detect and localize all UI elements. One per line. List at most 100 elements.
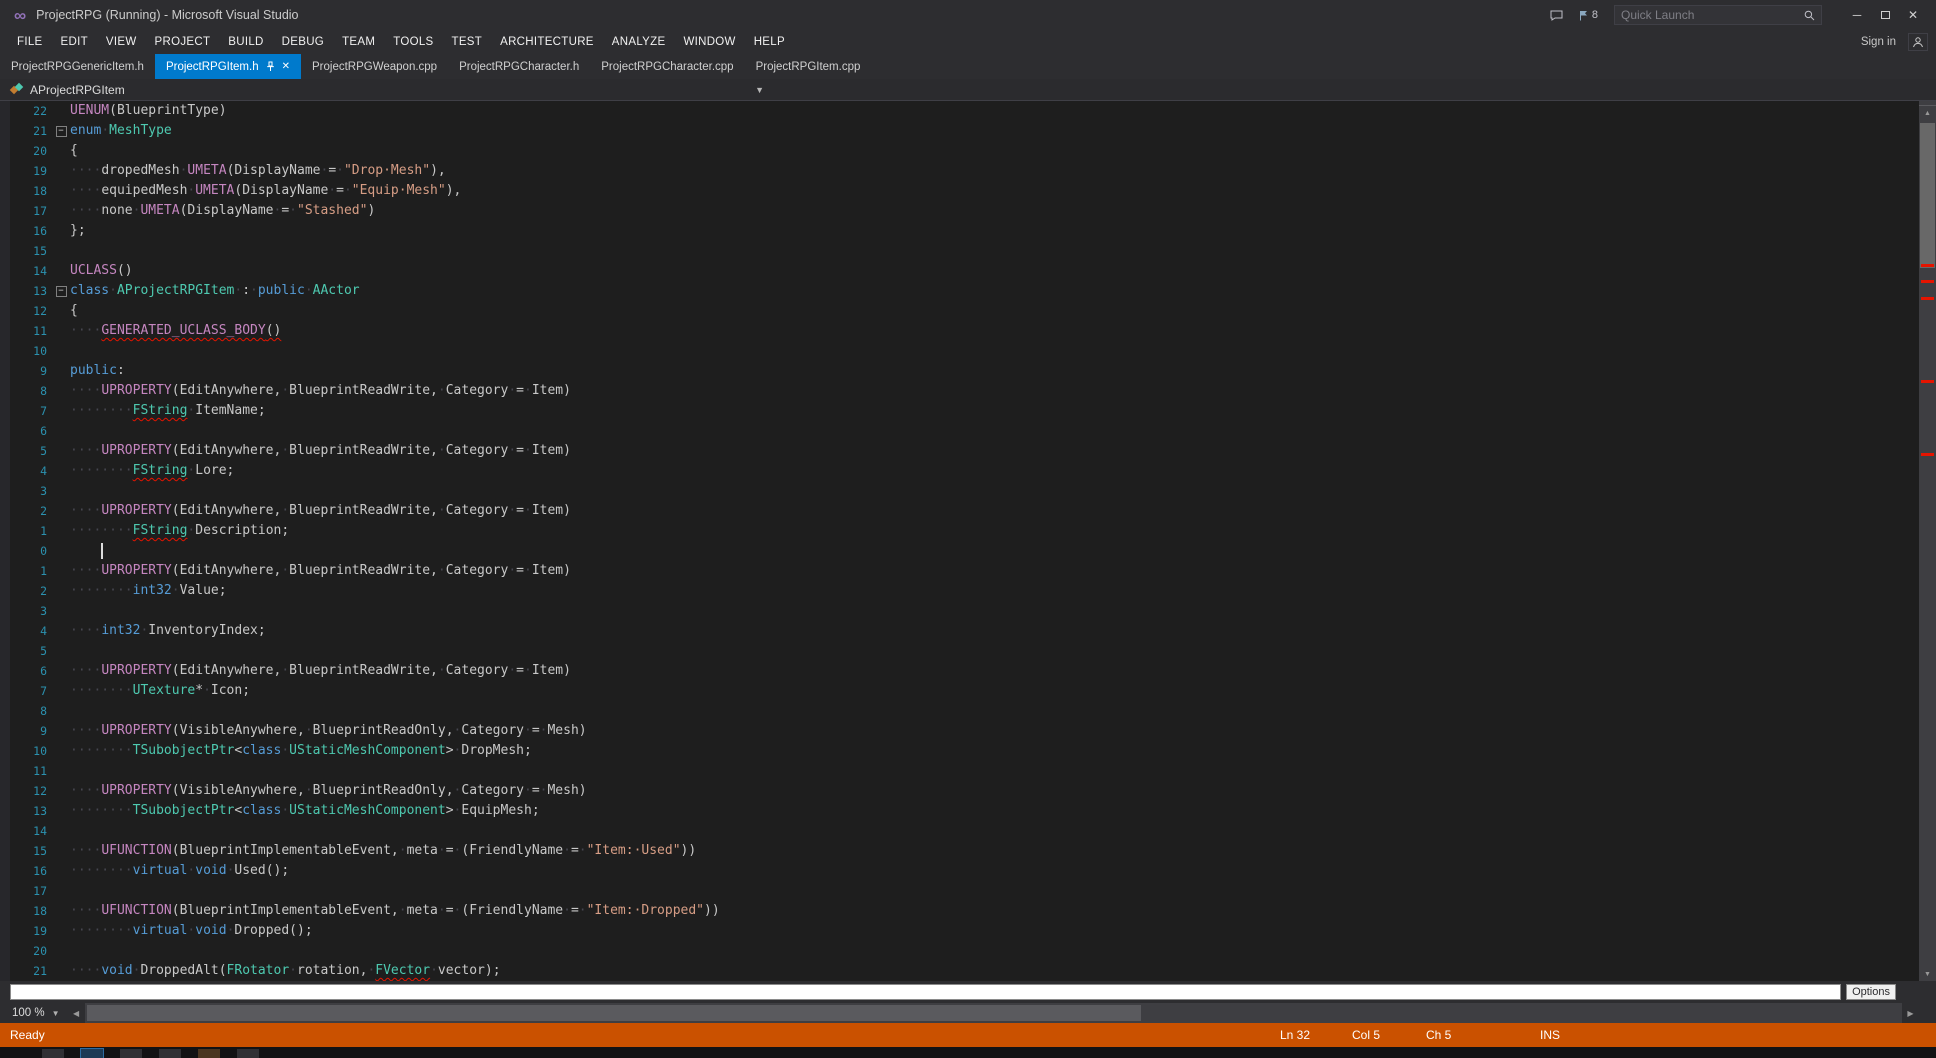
quick-launch-placeholder: Quick Launch: [1621, 8, 1694, 22]
flag-count: 8: [1592, 9, 1598, 21]
code-line[interactable]: 18····UFUNCTION(BlueprintImplementableEv…: [0, 901, 1919, 921]
code-area[interactable]: 22UENUM(BlueprintType)21−enum·MeshType20…: [0, 101, 1919, 981]
code-line[interactable]: 4····int32·InventoryIndex;: [0, 621, 1919, 641]
options-button[interactable]: Options: [1846, 984, 1896, 1000]
tab-projectrpgitem-h[interactable]: ProjectRPGItem.h✕: [155, 54, 301, 79]
code-line[interactable]: 13−class·AProjectRPGItem·:·public·AActor: [0, 281, 1919, 301]
menu-help[interactable]: HELP: [745, 36, 794, 48]
menu-project[interactable]: PROJECT: [146, 36, 220, 48]
scroll-right-icon[interactable]: ▶: [1902, 1009, 1919, 1018]
code-line[interactable]: 2····UPROPERTY(EditAnywhere,·BlueprintRe…: [0, 501, 1919, 521]
code-line[interactable]: 10: [0, 341, 1919, 361]
code-line[interactable]: 10········TSubobjectPtr<class·UStaticMes…: [0, 741, 1919, 761]
code-line[interactable]: 20{: [0, 141, 1919, 161]
fold-collapse-icon[interactable]: −: [56, 126, 67, 137]
code-line[interactable]: 21−enum·MeshType: [0, 121, 1919, 141]
menu-analyze[interactable]: ANALYZE: [603, 36, 675, 48]
sign-in-link[interactable]: Sign in: [1861, 36, 1908, 48]
code-line[interactable]: 9public:: [0, 361, 1919, 381]
menu-view[interactable]: VIEW: [97, 36, 146, 48]
code-line[interactable]: 17: [0, 881, 1919, 901]
code-line[interactable]: 18····equipedMesh·UMETA(DisplayName·=·"E…: [0, 181, 1919, 201]
title-bar: ∞ ProjectRPG (Running) - Microsoft Visua…: [0, 0, 1936, 30]
menu-debug[interactable]: DEBUG: [273, 36, 333, 48]
code-line[interactable]: 5····UPROPERTY(EditAnywhere,·BlueprintRe…: [0, 441, 1919, 461]
menu-test[interactable]: TEST: [443, 36, 492, 48]
code-line[interactable]: 1····UPROPERTY(EditAnywhere,·BlueprintRe…: [0, 561, 1919, 581]
menu-build[interactable]: BUILD: [219, 36, 272, 48]
code-text: public:: [70, 361, 1919, 381]
quick-launch-input[interactable]: Quick Launch: [1614, 5, 1822, 25]
menu-edit[interactable]: EDIT: [52, 36, 97, 48]
horizontal-scrollbar-thumb[interactable]: [87, 1005, 1141, 1021]
bottom-input-field[interactable]: [10, 984, 1841, 1000]
taskbar-icon[interactable]: [42, 1049, 64, 1058]
code-line[interactable]: 3: [0, 601, 1919, 621]
code-line[interactable]: 2········int32·Value;: [0, 581, 1919, 601]
code-line[interactable]: 11: [0, 761, 1919, 781]
code-line[interactable]: 6: [0, 421, 1919, 441]
code-line[interactable]: 4········FString·Lore;: [0, 461, 1919, 481]
tab-projectrpggenericitem-h[interactable]: ProjectRPGGenericItem.h: [0, 54, 155, 79]
code-line[interactable]: 22UENUM(BlueprintType): [0, 101, 1919, 121]
code-line[interactable]: 8: [0, 701, 1919, 721]
taskbar-icon[interactable]: [237, 1049, 259, 1058]
code-line[interactable]: 7········FString·ItemName;: [0, 401, 1919, 421]
tab-projectrpgitem-cpp[interactable]: ProjectRPGItem.cpp: [745, 54, 872, 79]
code-line[interactable]: 11····GENERATED_UCLASS_BODY(): [0, 321, 1919, 341]
code-line[interactable]: 16········virtual·void·Used();: [0, 861, 1919, 881]
minimize-button[interactable]: ─: [1844, 5, 1870, 25]
code-line[interactable]: 7········UTexture*·Icon;: [0, 681, 1919, 701]
code-line[interactable]: 14: [0, 821, 1919, 841]
code-line[interactable]: 12····UPROPERTY(VisibleAnywhere,·Bluepri…: [0, 781, 1919, 801]
user-avatar[interactable]: [1908, 33, 1928, 51]
code-line[interactable]: 6····UPROPERTY(EditAnywhere,·BlueprintRe…: [0, 661, 1919, 681]
code-line[interactable]: 3: [0, 481, 1919, 501]
taskbar-icon[interactable]: [81, 1049, 103, 1058]
code-line[interactable]: 19········virtual·void·Dropped();: [0, 921, 1919, 941]
line-number: 3: [10, 601, 52, 621]
fold-collapse-icon[interactable]: −: [56, 286, 67, 297]
code-line[interactable]: 0: [0, 541, 1919, 561]
code-line[interactable]: 21····void·DroppedAlt(FRotator·rotation,…: [0, 961, 1919, 981]
code-line[interactable]: 20: [0, 941, 1919, 961]
scroll-up-icon[interactable]: ▲: [1919, 106, 1936, 120]
vertical-scrollbar[interactable]: ▲ ▼: [1919, 101, 1936, 981]
code-line[interactable]: 13········TSubobjectPtr<class·UStaticMes…: [0, 801, 1919, 821]
code-line[interactable]: 5: [0, 641, 1919, 661]
zoom-control[interactable]: 100 % ▼: [0, 1007, 68, 1019]
code-line[interactable]: 14UCLASS(): [0, 261, 1919, 281]
menu-file[interactable]: FILE: [8, 36, 52, 48]
code-line[interactable]: 16};: [0, 221, 1919, 241]
code-line[interactable]: 12{: [0, 301, 1919, 321]
pin-icon[interactable]: [266, 61, 275, 72]
close-button[interactable]: ✕: [1900, 5, 1926, 25]
tab-projectrpgcharacter-cpp[interactable]: ProjectRPGCharacter.cpp: [590, 54, 744, 79]
code-line[interactable]: 8····UPROPERTY(EditAnywhere,·BlueprintRe…: [0, 381, 1919, 401]
scope-dropdown[interactable]: AProjectRPGItem ▼: [0, 79, 772, 100]
code-line[interactable]: 19····dropedMesh·UMETA(DisplayName·=·"Dr…: [0, 161, 1919, 181]
notifications-flag[interactable]: 8: [1579, 9, 1598, 21]
taskbar-icon[interactable]: [159, 1049, 181, 1058]
tab-projectrpgweapon-cpp[interactable]: ProjectRPGWeapon.cpp: [301, 54, 448, 79]
scroll-left-icon[interactable]: ◀: [68, 1009, 85, 1018]
code-line[interactable]: 1········FString·Description;: [0, 521, 1919, 541]
maximize-button[interactable]: [1872, 5, 1898, 25]
close-tab-icon[interactable]: ✕: [282, 61, 290, 72]
taskbar-icon[interactable]: [198, 1049, 220, 1058]
menu-tools[interactable]: TOOLS: [384, 36, 442, 48]
scrollbar-thumb[interactable]: [1920, 123, 1935, 268]
code-line[interactable]: 17····none·UMETA(DisplayName·=·"Stashed"…: [0, 201, 1919, 221]
code-line[interactable]: 9····UPROPERTY(VisibleAnywhere,·Blueprin…: [0, 721, 1919, 741]
menu-architecture[interactable]: ARCHITECTURE: [491, 36, 603, 48]
code-line[interactable]: 15····UFUNCTION(BlueprintImplementableEv…: [0, 841, 1919, 861]
feedback-icon[interactable]: [1550, 10, 1563, 21]
code-line[interactable]: 15: [0, 241, 1919, 261]
scroll-down-icon[interactable]: ▼: [1919, 967, 1936, 981]
horizontal-scrollbar[interactable]: [85, 1003, 1902, 1023]
menu-team[interactable]: TEAM: [333, 36, 384, 48]
menu-window[interactable]: WINDOW: [674, 36, 744, 48]
tab-projectrpgcharacter-h[interactable]: ProjectRPGCharacter.h: [448, 54, 590, 79]
code-token: :: [117, 363, 125, 378]
taskbar-icon[interactable]: [120, 1049, 142, 1058]
